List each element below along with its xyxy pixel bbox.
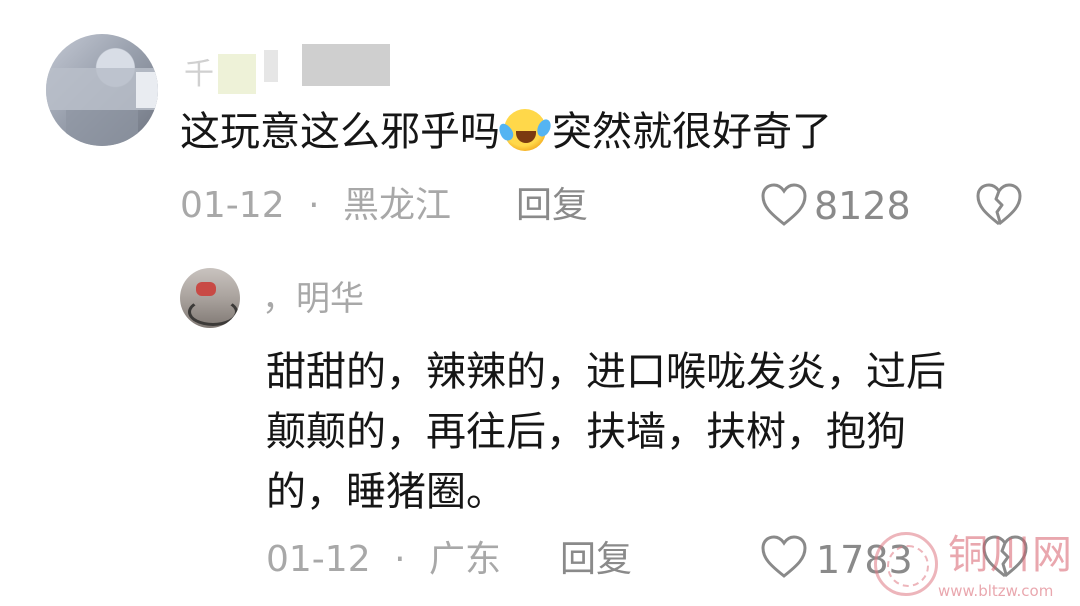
heart-icon[interactable] (760, 534, 808, 580)
reply-text-line: 的，睡猪圈。 (266, 469, 506, 515)
comment-text-part1: 这玩意这么邪乎吗 (180, 109, 500, 155)
broken-heart-icon[interactable] (974, 182, 1024, 228)
watermark-url: www.bltzw.com (938, 582, 1054, 600)
watermark: 铜川网 www.bltzw.com (874, 528, 1080, 606)
username-fragment: 千 (184, 57, 214, 92)
comment-meta: 01-12 · 黑龙江 (180, 186, 451, 226)
username-blurred[interactable]: 千 (182, 42, 402, 94)
meta-separator: · (394, 539, 406, 580)
like-count: 8128 (814, 184, 911, 228)
avatar[interactable] (46, 34, 158, 146)
comment-date: 01-12 (180, 185, 285, 226)
reply-date: 01-12 (266, 539, 371, 580)
reply-button[interactable]: 回复 (560, 540, 632, 580)
reply-meta: 01-12 · 广东 (266, 540, 501, 580)
reply-text-line: 颠颠的，再往后，扶墙，扶树，抱狗 (266, 409, 906, 455)
reply-text-line: 甜甜的，辣辣的，进口喉咙发炎，过后 (266, 349, 946, 395)
reply-username[interactable]: ，明华 (262, 280, 364, 318)
watermark-title: 铜川网 (948, 532, 1074, 578)
reply-location: 广东 (428, 539, 501, 580)
reply-avatar[interactable] (180, 268, 240, 328)
comment-text-part2: 突然就很好奇了 (552, 109, 832, 155)
comment-location: 黑龙江 (342, 185, 451, 226)
laughing-crying-emoji-icon (496, 109, 554, 151)
watermark-seal-icon (874, 532, 938, 596)
meta-separator: · (308, 185, 320, 226)
comment-text: 这玩意这么邪乎吗 突然就很好奇了 (180, 108, 832, 156)
heart-icon[interactable] (760, 182, 808, 228)
reply-button[interactable]: 回复 (516, 186, 588, 226)
